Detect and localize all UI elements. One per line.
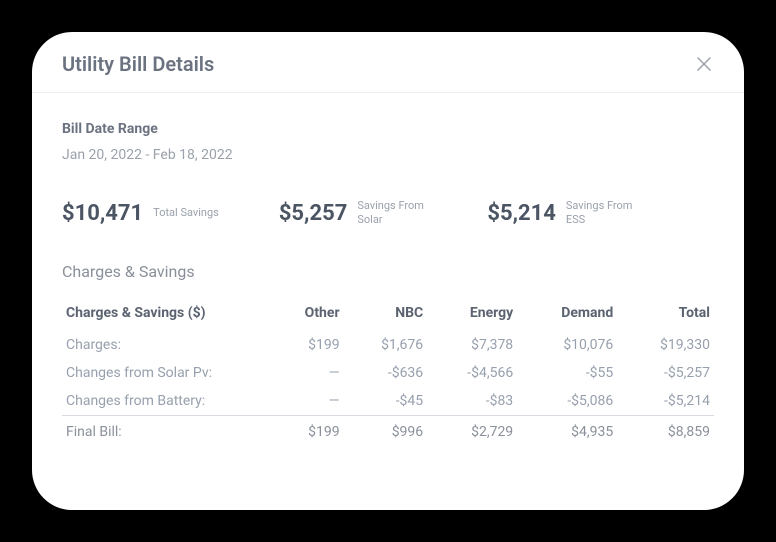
cell: —	[272, 359, 344, 387]
col-other: Other	[272, 299, 344, 331]
table-row: Changes from Solar Pv: — -$636 -$4,566 -…	[62, 359, 714, 387]
cell: —	[272, 387, 344, 416]
close-icon	[697, 57, 711, 71]
cell: $2,729	[427, 415, 517, 446]
cell: $199	[272, 331, 344, 359]
col-total: Total	[617, 299, 714, 331]
row-label: Final Bill:	[62, 415, 272, 446]
bill-date-range: Jan 20, 2022 - Feb 18, 2022	[62, 147, 714, 163]
metric-value: $10,471	[62, 201, 143, 226]
row-label: Changes from Battery:	[62, 387, 272, 416]
col-nbc: NBC	[344, 299, 428, 331]
metric-solar-savings: $5,257 Savings From Solar	[279, 199, 428, 228]
utility-bill-card: Utility Bill Details Bill Date Range Jan…	[32, 32, 744, 510]
metric-ess-savings: $5,214 Savings From ESS	[487, 199, 636, 228]
cell: -$45	[344, 387, 428, 416]
table-row-final: Final Bill: $199 $996 $2,729 $4,935 $8,8…	[62, 415, 714, 446]
cell: $199	[272, 415, 344, 446]
col-energy: Energy	[427, 299, 517, 331]
cell: -$5,257	[617, 359, 714, 387]
cell: -$636	[344, 359, 428, 387]
cell: -$4,566	[427, 359, 517, 387]
bill-date-label: Bill Date Range	[62, 121, 714, 137]
row-label: Changes from Solar Pv:	[62, 359, 272, 387]
card-title: Utility Bill Details	[62, 52, 214, 76]
cell: $8,859	[617, 415, 714, 446]
cell: $996	[344, 415, 428, 446]
metric-label: Savings From Solar	[357, 199, 427, 228]
table-row: Charges: $199 $1,676 $7,378 $10,076 $19,…	[62, 331, 714, 359]
row-label: Charges:	[62, 331, 272, 359]
cell: $10,076	[517, 331, 617, 359]
charges-table: Charges & Savings ($) Other NBC Energy D…	[62, 299, 714, 446]
table-header-row: Charges & Savings ($) Other NBC Energy D…	[62, 299, 714, 331]
cell: -$5,086	[517, 387, 617, 416]
cell: $7,378	[427, 331, 517, 359]
charges-section-title: Charges & Savings	[62, 262, 714, 281]
metric-value: $5,257	[279, 201, 348, 226]
cell: $19,330	[617, 331, 714, 359]
cell: -$83	[427, 387, 517, 416]
cell: -$55	[517, 359, 617, 387]
card-header: Utility Bill Details	[32, 32, 744, 93]
cell: $1,676	[344, 331, 428, 359]
metric-label: Total Savings	[153, 206, 219, 220]
col-demand: Demand	[517, 299, 617, 331]
close-button[interactable]	[694, 54, 714, 74]
card-body: Bill Date Range Jan 20, 2022 - Feb 18, 2…	[32, 93, 744, 510]
metric-value: $5,214	[487, 201, 556, 226]
metrics-row: $10,471 Total Savings $5,257 Savings Fro…	[62, 199, 714, 228]
metric-total-savings: $10,471 Total Savings	[62, 199, 219, 228]
cell: -$5,214	[617, 387, 714, 416]
cell: $4,935	[517, 415, 617, 446]
table-row: Changes from Battery: — -$45 -$83 -$5,08…	[62, 387, 714, 416]
metric-label: Savings From ESS	[566, 199, 636, 228]
table-header-label: Charges & Savings ($)	[62, 299, 272, 331]
